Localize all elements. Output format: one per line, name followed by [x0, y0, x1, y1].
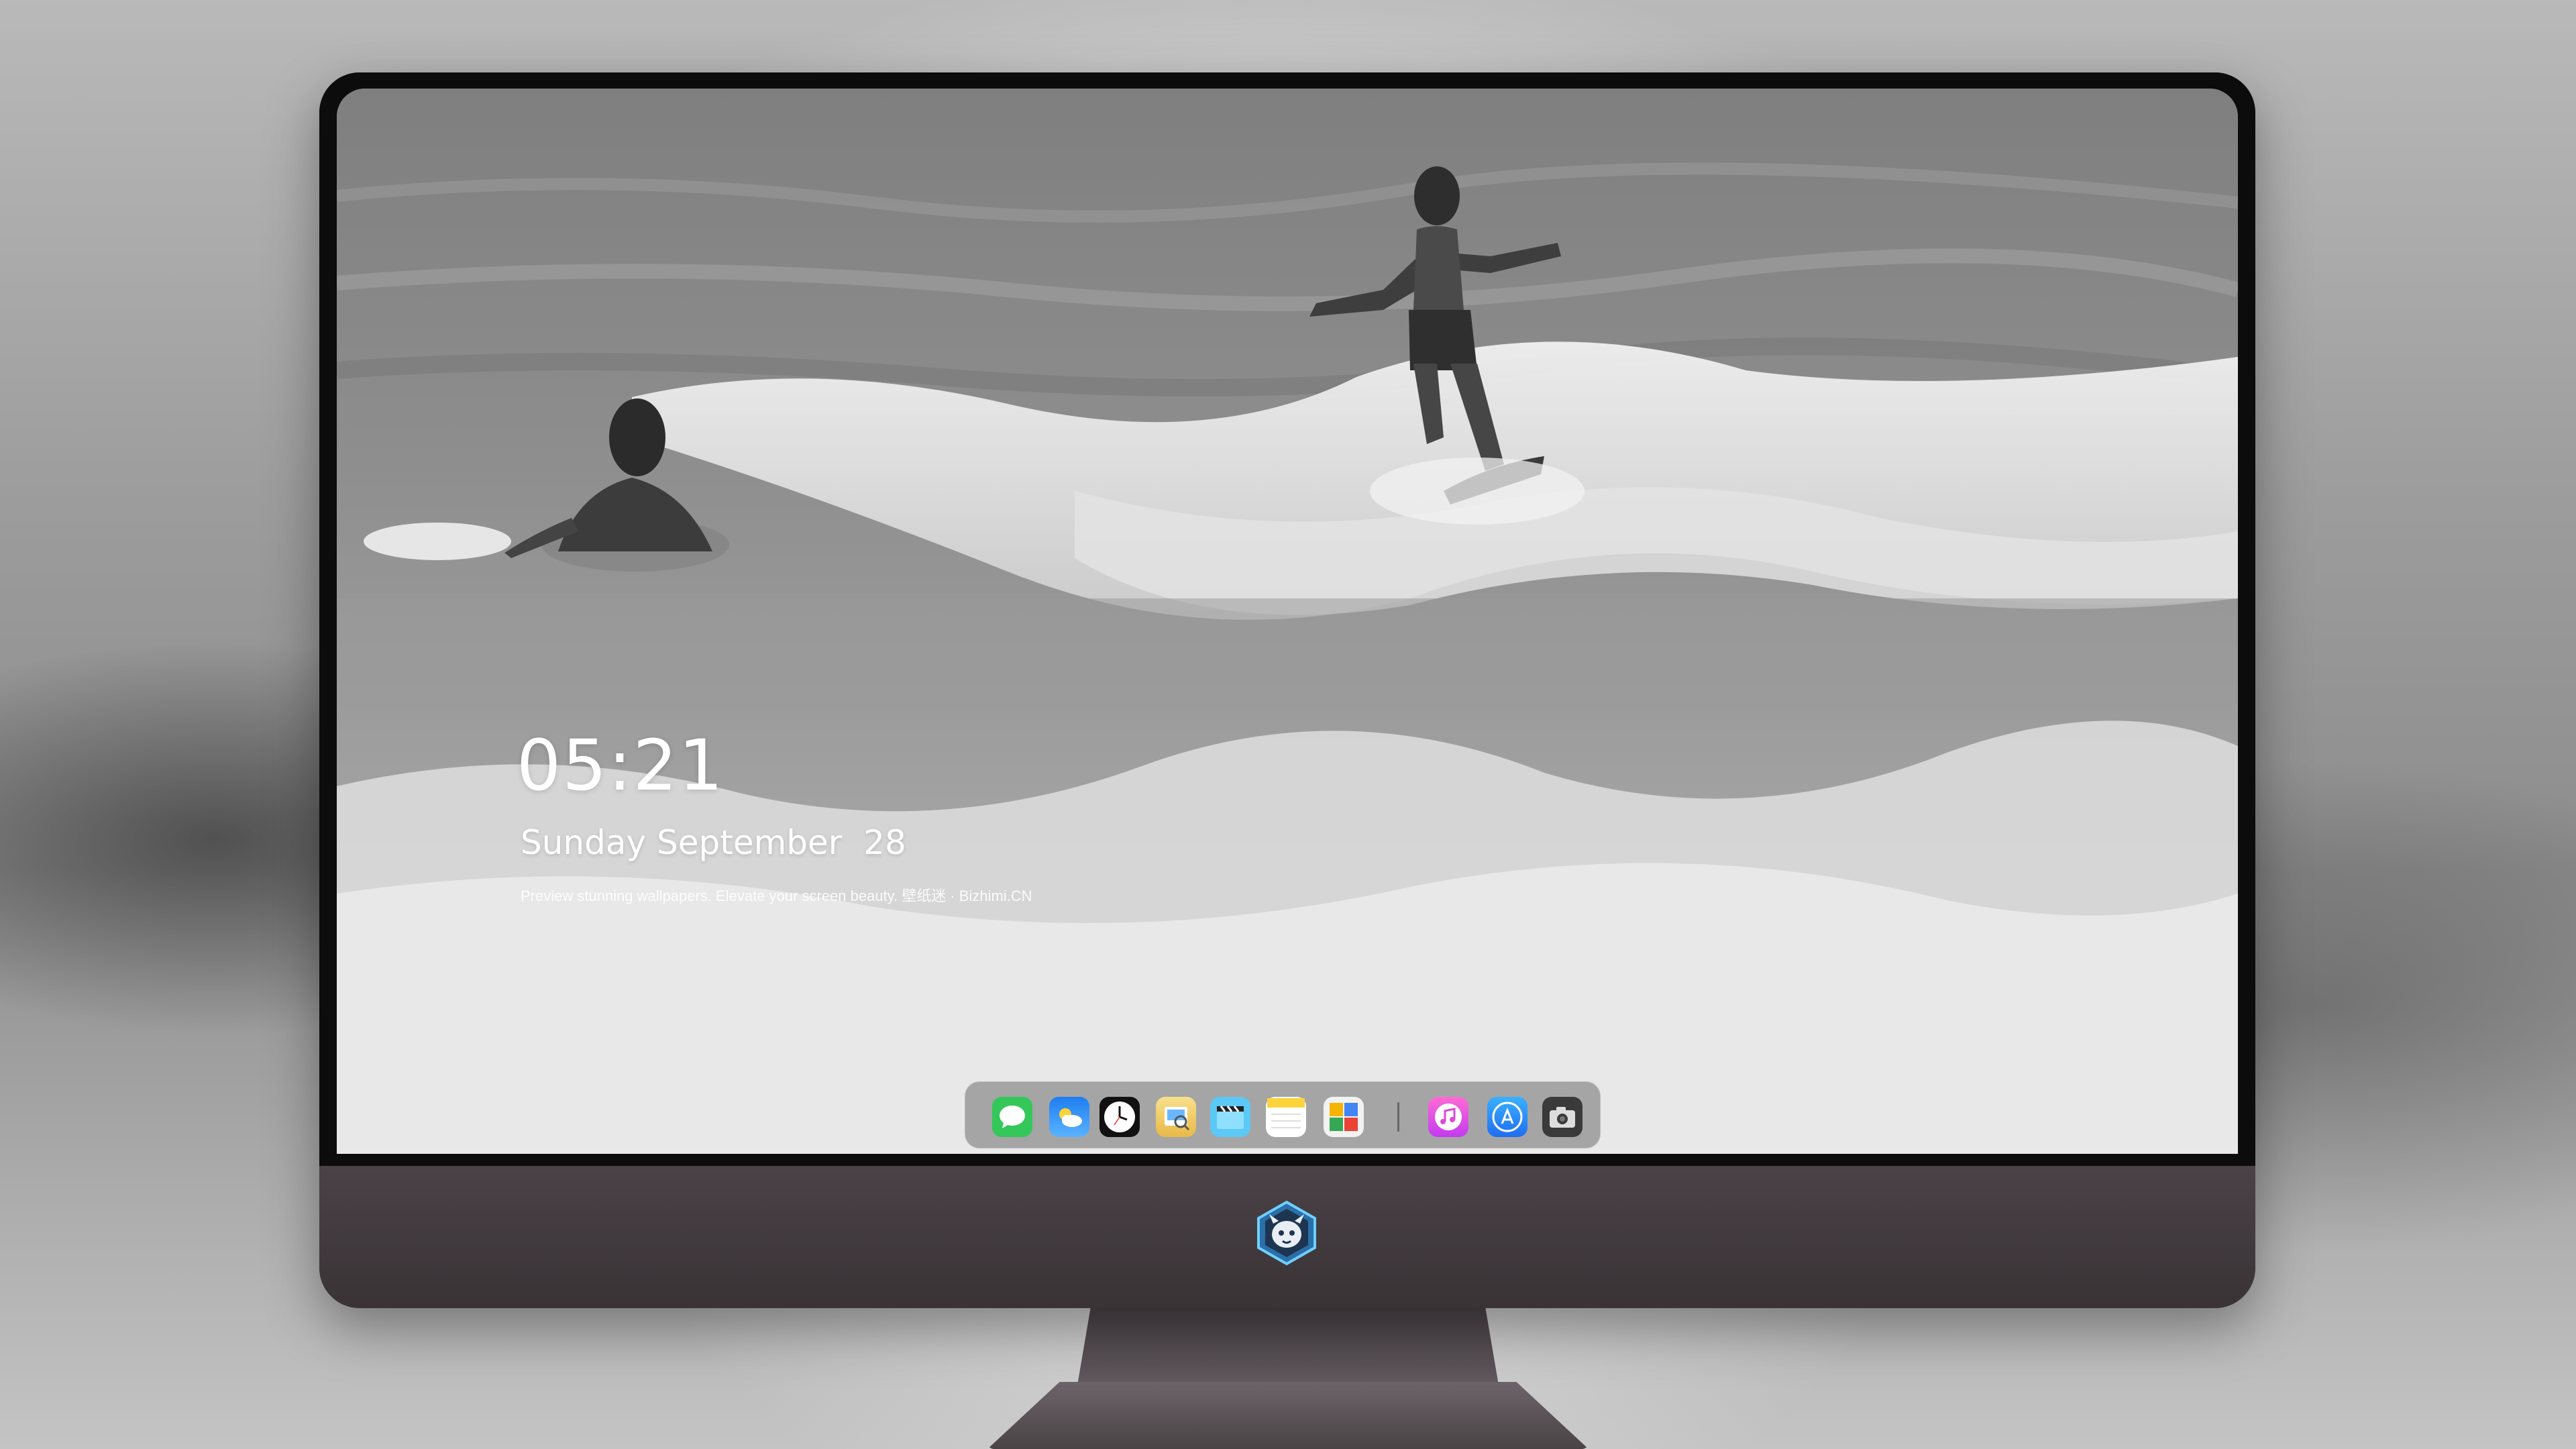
robot-mascot-logo-icon	[1253, 1199, 1320, 1267]
weather-icon[interactable]	[1049, 1097, 1089, 1137]
clock-icon[interactable]	[1099, 1097, 1140, 1137]
preview-icon[interactable]	[1156, 1097, 1196, 1137]
dock	[965, 1081, 1601, 1148]
lockscreen-tagline: Preview stunning wallpapers. Elevate you…	[521, 888, 1032, 904]
desktop-screen: 05:21 Sunday September 28 Preview stunni…	[337, 89, 2238, 1154]
notes-icon[interactable]	[1266, 1097, 1306, 1137]
app-store-icon[interactable]	[1487, 1097, 1527, 1137]
camera-icon[interactable]	[1542, 1097, 1582, 1137]
clips-icon[interactable]	[1210, 1097, 1250, 1137]
monitor-stand-base	[987, 1382, 1589, 1449]
background-blurred-wallpaper: 05:21 Sunday September 28 Preview stunni…	[0, 0, 2576, 1449]
dock-divider	[1397, 1102, 1399, 1132]
photo-booth-icon[interactable]	[1324, 1097, 1364, 1137]
lockscreen-date: Sunday September 28	[521, 823, 906, 862]
music-icon[interactable]	[1428, 1097, 1468, 1137]
messages-icon[interactable]	[992, 1097, 1032, 1137]
surfing-wallpaper	[337, 89, 2238, 1154]
lockscreen-clock: 05:21	[517, 724, 724, 806]
